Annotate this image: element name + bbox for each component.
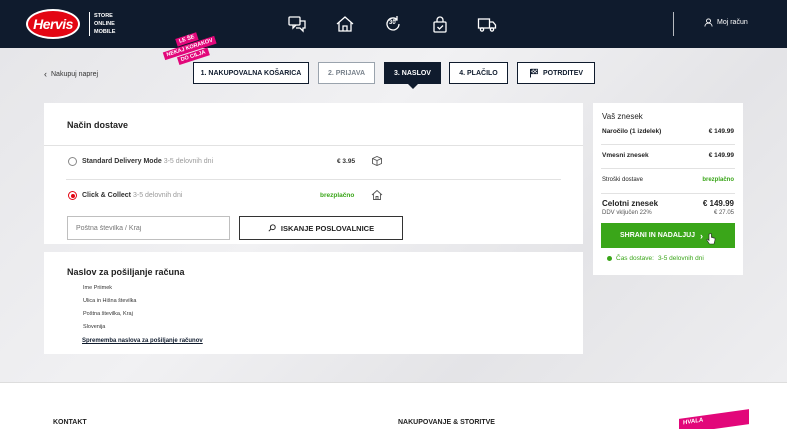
delivery-time-info: Čas dostave: 3-5 delovnih dni xyxy=(607,255,704,262)
step-cart[interactable]: 1. NAKUPOVALNA KOŠARICA xyxy=(193,62,309,84)
store-online-mobile-tagline: STORE ONLINE MOBILE xyxy=(89,12,115,36)
address-country: Slovenija xyxy=(83,324,106,330)
delivery-time-value: 3-5 delovnih dni xyxy=(657,255,704,262)
summary-title: Vaš znesek xyxy=(602,112,643,121)
price-standard-delivery: € 3.95 xyxy=(337,158,356,165)
total-row: Celotni znesek € 149.99 xyxy=(602,199,734,208)
option-name: Standard Delivery Mode xyxy=(82,158,162,165)
return-days-label: 30 xyxy=(389,20,396,26)
footer-shopping-heading: NAKUPOVANJE & STORITVE xyxy=(398,419,495,426)
radio-click-and-collect[interactable] xyxy=(68,191,77,200)
price-click-and-collect: brezplačno xyxy=(320,192,355,199)
store-pickup-icon xyxy=(371,188,383,206)
vat-row: DDV vključen 22% € 27.05 xyxy=(602,210,734,216)
divider xyxy=(601,193,735,194)
step-label: 2. PRIJAVA xyxy=(327,69,366,77)
account-link[interactable]: Moj račun xyxy=(704,18,748,27)
order-value: € 149.99 xyxy=(708,128,734,135)
user-icon xyxy=(704,18,713,27)
search-store-button[interactable]: ISKANJE POSLOVALNICE xyxy=(239,216,403,240)
vat-value: € 27.05 xyxy=(713,210,734,216)
order-row: Naročilo (1 izdelek) € 149.99 xyxy=(602,128,734,135)
secure-bag-icon[interactable] xyxy=(430,14,450,34)
total-value: € 149.99 xyxy=(702,199,734,208)
shipping-value: brezplačno xyxy=(702,177,734,183)
divider xyxy=(601,144,735,145)
divider xyxy=(601,168,735,169)
continue-shopping-label: Nakupuj naprej xyxy=(51,70,99,78)
invoice-address-title: Naslov za pošiljanje računa xyxy=(67,267,185,277)
header-divider xyxy=(673,12,674,36)
continue-shopping-link[interactable]: ‹ Nakupuj naprej xyxy=(44,69,98,79)
step-label: 3. NASLOV xyxy=(394,69,431,77)
subtotal-label: Vmesni znesek xyxy=(602,152,649,159)
shipping-row: Stroški dostave brezplačno xyxy=(602,177,734,183)
invoice-address-panel: Naslov za pošiljanje računa Ime Priimek … xyxy=(44,252,583,354)
tagline-line: ONLINE xyxy=(94,21,115,27)
chevron-right-icon: › xyxy=(700,230,704,241)
option-name: Click & Collect xyxy=(82,192,132,199)
return-30-icon[interactable]: 30 xyxy=(383,14,403,34)
checkered-flag-icon xyxy=(529,68,538,78)
option-standard-delivery[interactable]: Standard Delivery Mode 3-5 delovnih dni xyxy=(82,158,213,165)
zip-city-input[interactable] xyxy=(67,216,230,240)
total-label: Celotni znesek xyxy=(602,199,659,208)
address-street: Ulica in Hišna številka xyxy=(83,298,137,304)
change-invoice-address-link[interactable]: Sprememba naslova za pošiljanje računov xyxy=(82,338,203,344)
step-label: 1. NAKUPOVALNA KOŠARICA xyxy=(200,69,302,77)
delivery-method-panel: Način dostave Standard Delivery Mode 3-5… xyxy=(44,103,583,244)
delivery-method-title: Način dostave xyxy=(67,120,129,130)
top-navigation-bar: Hervis STORE ONLINE MOBILE 30 Moj račun xyxy=(0,0,787,48)
address-name: Ime Priimek xyxy=(83,285,113,291)
footer-contact-heading: KONTAKT xyxy=(53,419,87,426)
divider xyxy=(44,145,583,146)
status-dot-icon xyxy=(607,256,612,261)
step-address[interactable]: 3. NASLOV xyxy=(384,62,441,89)
tagline-line: MOBILE xyxy=(94,29,116,35)
account-label: Moj račun xyxy=(717,19,748,26)
thank-you-label: HVALA xyxy=(683,417,704,427)
package-icon xyxy=(371,154,383,172)
pointer-cursor-icon xyxy=(706,232,716,244)
footer: KONTAKT NAKUPOVANJE & STORITVE xyxy=(0,382,787,429)
tagline-line: STORE xyxy=(94,13,113,19)
shipping-label: Stroški dostave xyxy=(602,177,644,183)
option-click-and-collect[interactable]: Click & Collect 3-5 delovnih dni xyxy=(82,192,182,199)
divider xyxy=(66,179,561,180)
step-confirmation[interactable]: POTRDITEV xyxy=(517,62,595,84)
step-login[interactable]: 2. PRIJAVA xyxy=(318,62,375,84)
order-label: Naročilo (1 izdelek) xyxy=(602,128,662,135)
truck-icon[interactable] xyxy=(477,14,497,34)
hervis-logo[interactable]: Hervis xyxy=(26,9,80,39)
subtotal-row: Vmesni znesek € 149.99 xyxy=(602,152,734,159)
order-summary-panel: Vaš znesek Naročilo (1 izdelek) € 149.99… xyxy=(593,103,743,275)
chevron-left-icon: ‹ xyxy=(44,69,47,79)
home-icon[interactable] xyxy=(335,14,355,34)
search-icon xyxy=(268,224,276,232)
search-store-label: ISKANJE POSLOVALNICE xyxy=(280,223,375,233)
step-payment[interactable]: 4. PLAČILO xyxy=(449,62,508,84)
address-city: Poštna številka, Kraj xyxy=(83,311,133,317)
option-days: 3-5 delovnih dni xyxy=(163,158,214,165)
save-and-continue-label: SHRANI IN NADALJUJ xyxy=(619,232,696,239)
chat-icon[interactable] xyxy=(287,14,307,34)
option-days: 3-5 delovnih dni xyxy=(132,192,183,199)
vat-label: DDV vključen 22% xyxy=(602,210,652,216)
save-and-continue-button[interactable]: SHRANI IN NADALJUJ › xyxy=(601,223,735,248)
radio-standard-delivery[interactable] xyxy=(68,157,77,166)
step-label: POTRDITEV xyxy=(542,69,584,77)
delivery-time-label: Čas dostave: xyxy=(616,255,654,262)
step-label: 4. PLAČILO xyxy=(459,69,498,77)
subtotal-value: € 149.99 xyxy=(708,152,734,159)
